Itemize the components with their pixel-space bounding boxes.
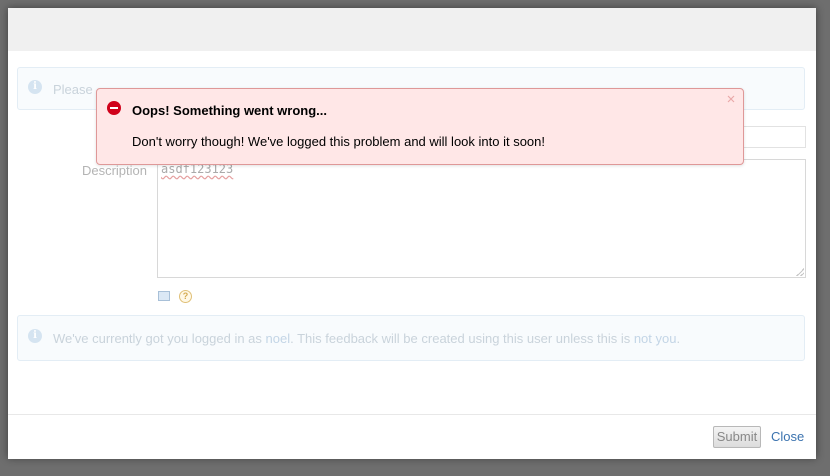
description-textarea[interactable]: asdf123123 bbox=[157, 159, 806, 278]
logged-in-prefix: We've currently got you logged in as bbox=[53, 331, 266, 346]
logged-in-suffix: . bbox=[676, 331, 681, 346]
username-link[interactable]: noel bbox=[266, 331, 291, 346]
info-text-top: Please bbox=[53, 82, 93, 97]
logged-in-middle: . This feedback will be created using th… bbox=[290, 331, 634, 346]
feedback-dialog: i Please Description asdf123123 ? i We'v… bbox=[8, 8, 816, 459]
dialog-header bbox=[8, 8, 816, 51]
close-icon[interactable] bbox=[725, 93, 737, 105]
error-title: Oops! Something went wrong... bbox=[132, 103, 327, 118]
close-link[interactable]: Close bbox=[771, 429, 804, 444]
info-message-bottom: i We've currently got you logged in as n… bbox=[17, 315, 805, 361]
help-icon[interactable]: ? bbox=[179, 290, 192, 303]
dialog-footer: Submit Close bbox=[8, 414, 816, 459]
error-body: Don't worry though! We've logged this pr… bbox=[132, 134, 545, 149]
info-icon: i bbox=[28, 80, 42, 94]
error-message: Oops! Something went wrong... Don't worr… bbox=[96, 88, 744, 165]
logged-in-text: We've currently got you logged in as noe… bbox=[53, 331, 680, 346]
preview-icon[interactable] bbox=[158, 291, 170, 301]
info-icon: i bbox=[28, 329, 42, 343]
resize-grip-icon[interactable] bbox=[796, 268, 804, 276]
submit-button[interactable]: Submit bbox=[713, 426, 761, 448]
error-icon bbox=[107, 101, 121, 115]
description-label: Description bbox=[81, 163, 147, 178]
not-you-link[interactable]: not you bbox=[634, 331, 677, 346]
